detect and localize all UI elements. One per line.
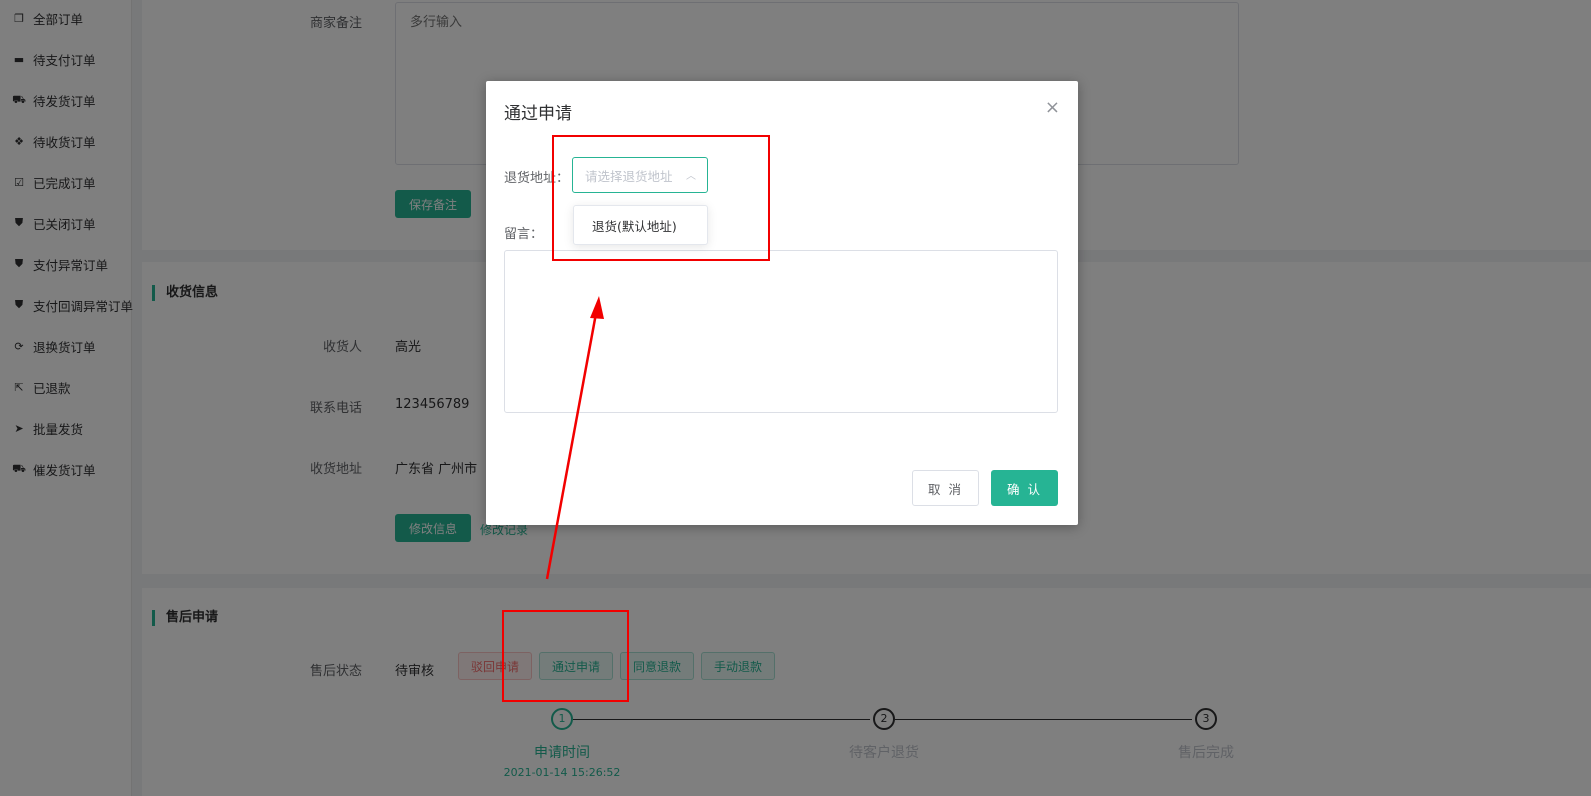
annotation-arrow <box>545 296 604 580</box>
